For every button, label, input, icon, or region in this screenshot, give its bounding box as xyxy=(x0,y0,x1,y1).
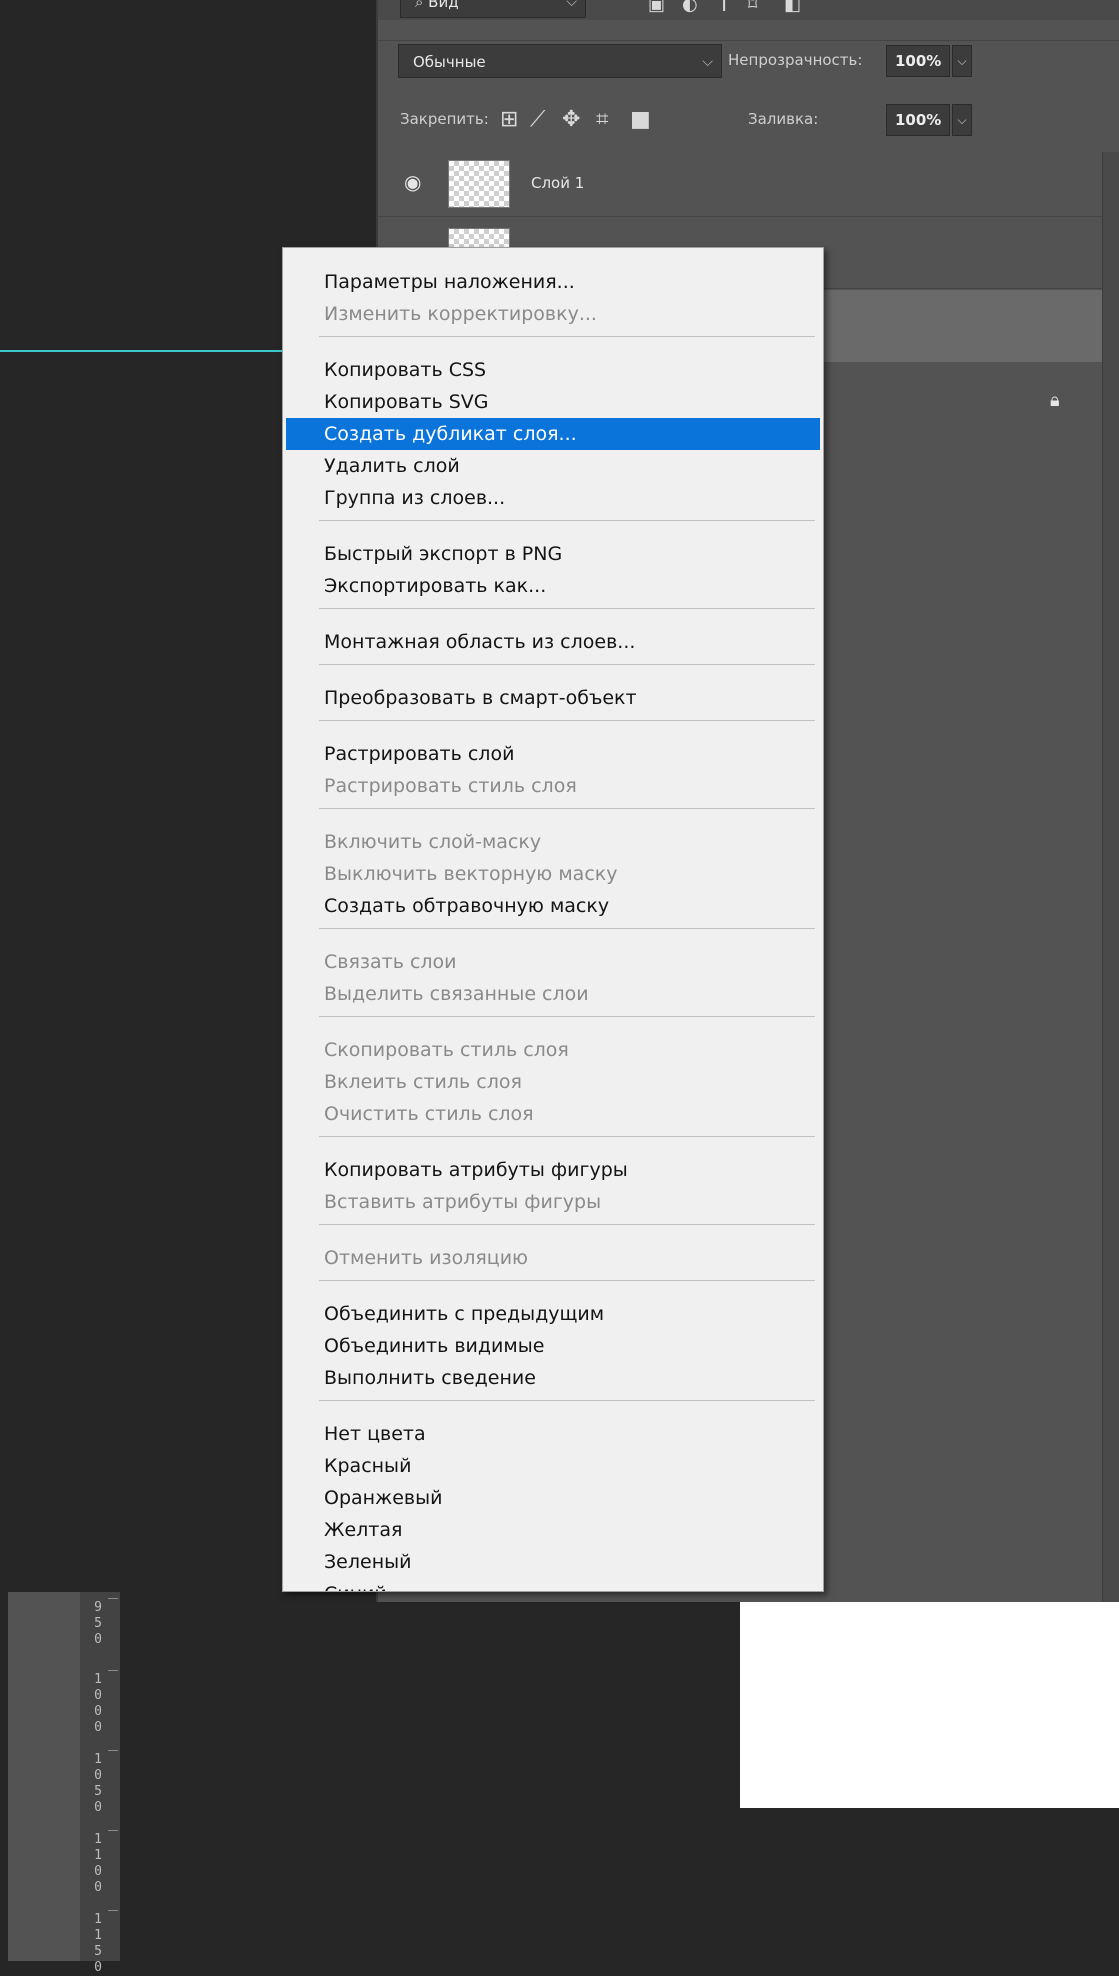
ruler-tick xyxy=(108,1750,118,1751)
ruler-mark: 9 5 0 xyxy=(94,1600,102,1647)
blend-mode-select[interactable]: Обычные ⌵ xyxy=(398,44,722,78)
type-filter-icon[interactable]: T xyxy=(718,0,730,16)
ruler-tick xyxy=(108,1830,118,1831)
menu-item[interactable]: Красный xyxy=(286,1450,820,1482)
menu-item[interactable]: Очистить стиль слоя xyxy=(286,1098,820,1130)
menu-item[interactable]: Вставить атрибуты фигуры xyxy=(286,1186,820,1218)
menu-item[interactable]: Скопировать стиль слоя xyxy=(286,1034,820,1066)
smart-object-filter-icon[interactable]: ◧ xyxy=(784,0,801,15)
menu-item[interactable]: Параметры наложения... xyxy=(286,266,820,298)
layer-name: Слой 1 xyxy=(531,174,585,192)
menu-separator xyxy=(319,1400,815,1401)
layer-kind-filter[interactable]: ⌕ Вид ⌵ xyxy=(400,0,586,18)
menu-item[interactable]: Создать обтравочную маску xyxy=(286,890,820,922)
layer-filter-bar: ⌕ Вид ⌵ ▣ ◐ T ⌑ ◧ xyxy=(376,0,1119,20)
menu-item[interactable]: Нет цвета xyxy=(286,1418,820,1450)
menu-item[interactable]: Объединить видимые xyxy=(286,1330,820,1362)
menu-item[interactable]: Вклеить стиль слоя xyxy=(286,1066,820,1098)
lock-transparency-icon[interactable]: ⊞ xyxy=(500,100,518,140)
menu-item[interactable]: Растрировать слой xyxy=(286,738,820,770)
fill-input[interactable]: 100% xyxy=(886,104,950,136)
menu-item[interactable]: Преобразовать в смарт-объект xyxy=(286,682,820,714)
lock-artboard-icon[interactable]: ⌗ xyxy=(596,100,608,140)
ruler-tick xyxy=(108,1910,118,1911)
menu-item[interactable]: Группа из слоев... xyxy=(286,482,820,514)
menu-item[interactable]: Зеленый xyxy=(286,1546,820,1578)
blend-mode-value: Обычные xyxy=(413,53,486,71)
fill-label: Заливка: xyxy=(748,110,819,128)
menu-separator xyxy=(319,664,815,665)
panel-scrollbar[interactable] xyxy=(1102,152,1119,1602)
menu-item[interactable]: Копировать SVG xyxy=(286,386,820,418)
menu-separator xyxy=(319,1016,815,1017)
menu-item[interactable]: Выключить векторную маску xyxy=(286,858,820,890)
menu-item[interactable]: Экспортировать как... xyxy=(286,570,820,602)
opacity-input[interactable]: 100% xyxy=(886,45,950,77)
menu-separator xyxy=(319,720,815,721)
menu-item[interactable]: Отменить изоляцию xyxy=(286,1242,820,1274)
menu-item[interactable]: Оранжевый xyxy=(286,1482,820,1514)
layer-context-menu: Параметры наложения... Изменить корректир… xyxy=(282,247,824,1592)
layer-kind-label: Вид xyxy=(428,0,459,11)
fill-dropdown-icon[interactable]: ⌵ xyxy=(952,104,972,136)
lock-pixels-icon[interactable]: ⟋ xyxy=(530,100,545,140)
blend-row: Обычные ⌵ Непрозрачность: 100% ⌵ xyxy=(376,40,1119,81)
lock-position-icon[interactable]: ✥ xyxy=(562,100,580,140)
menu-separator xyxy=(319,336,815,337)
lock-all-icon[interactable]: ■ xyxy=(630,100,651,140)
adjustment-filter-icon[interactable]: ◐ xyxy=(682,0,698,15)
menu-item[interactable]: Синий xyxy=(286,1578,820,1591)
ruler-tick xyxy=(108,1670,118,1671)
layer-thumbnail xyxy=(448,160,510,208)
menu-separator xyxy=(319,1224,815,1225)
vertical-ruler[interactable]: 9 5 0 1 0 0 0 1 0 5 0 1 1 0 0 1 1 5 0 xyxy=(8,1592,120,1975)
menu-separator xyxy=(319,1280,815,1281)
search-icon: ⌕ xyxy=(415,0,429,11)
menu-item[interactable]: Удалить слой xyxy=(286,450,820,482)
ruler-mark: 1 1 5 0 xyxy=(94,1912,102,1975)
chevron-down-icon: ⌵ xyxy=(566,0,577,10)
menu-item[interactable]: Копировать атрибуты фигуры xyxy=(286,1154,820,1186)
ruler-mark: 1 0 5 0 xyxy=(94,1752,102,1815)
menu-separator xyxy=(319,808,815,809)
menu-item[interactable]: Включить слой-маску xyxy=(286,826,820,858)
ruler-mark: 1 0 0 0 xyxy=(94,1672,102,1735)
shape-filter-icon[interactable]: ⌑ xyxy=(748,0,757,15)
ruler-tick xyxy=(108,1598,118,1599)
menu-item[interactable]: Связать слои xyxy=(286,946,820,978)
ruler-mark: 1 1 0 0 xyxy=(94,1832,102,1895)
menu-item[interactable]: Растрировать стиль слоя xyxy=(286,770,820,802)
menu-separator xyxy=(319,608,815,609)
menu-item[interactable]: Выделить связанные слои xyxy=(286,978,820,1010)
lock-label: Закрепить: xyxy=(400,110,489,128)
menu-separator xyxy=(319,928,815,929)
chevron-down-icon: ⌵ xyxy=(702,54,713,70)
menu-item[interactable]: Объединить с предыдущим xyxy=(286,1298,820,1330)
menu-item[interactable]: Выполнить сведение xyxy=(286,1362,820,1394)
menu-item[interactable]: Быстрый экспорт в PNG xyxy=(286,538,820,570)
menu-item[interactable]: Желтая xyxy=(286,1514,820,1546)
opacity-dropdown-icon[interactable]: ⌵ xyxy=(952,45,972,77)
opacity-label: Непрозрачность: xyxy=(728,51,863,69)
layer-row[interactable]: ◉ Слой 1 xyxy=(376,152,1106,217)
pixel-filter-icon[interactable]: ▣ xyxy=(648,0,665,15)
menu-separator xyxy=(319,1136,815,1137)
menu-item[interactable]: Изменить корректировку... xyxy=(286,298,820,330)
document-canvas[interactable] xyxy=(740,1602,1119,1808)
menu-separator xyxy=(319,520,815,521)
eye-icon[interactable]: ◉ xyxy=(404,170,421,194)
lock-icon: 🔒︎ xyxy=(1050,390,1060,411)
menu-item[interactable]: Копировать CSS xyxy=(286,354,820,386)
menu-item[interactable]: Монтажная область из слоев... xyxy=(286,626,820,658)
menu-item[interactable]: Создать дубликат слоя... xyxy=(286,418,820,450)
